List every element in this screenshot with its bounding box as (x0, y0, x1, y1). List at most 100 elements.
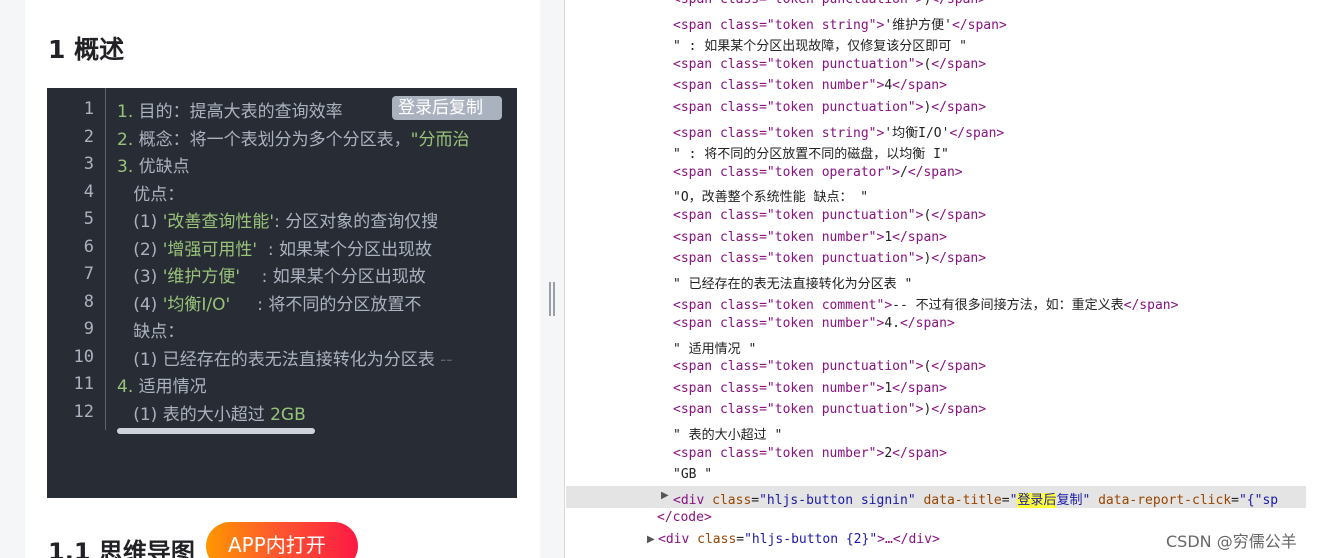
dom-node-line[interactable]: <span class="token punctuation">)</span> (673, 0, 986, 7)
section-heading-overview: 1 概述 (48, 35, 125, 64)
dom-close-tag: </span> (931, 56, 987, 72)
code-token: (3) (117, 267, 163, 287)
dom-node-line[interactable]: <span class="token comment">-- 不过有很多间接方法… (673, 294, 1178, 313)
expand-triangle-icon[interactable]: ▶ (647, 534, 655, 545)
code-token: : 将不同的分区放置不 (230, 295, 422, 315)
code-line: (3) '维护方便' : 如果某个分区出现故 (117, 262, 426, 287)
line-number: 1 (83, 99, 94, 119)
code-token: 3. (117, 157, 134, 177)
dom-node-line[interactable]: <span class="token string">'维护方便'</span> (673, 14, 1007, 33)
dom-node-line[interactable]: <span class="token number">4</span> (673, 78, 947, 93)
dom-attr-name: data-title (923, 493, 1002, 508)
dom-open-tag: <span class="token number"> (673, 380, 885, 396)
drag-handle-icon[interactable] (549, 282, 555, 316)
line-number: 7 (83, 264, 94, 284)
dom-open-tag: <span class="token string"> (673, 17, 885, 33)
dom-close-tag: </span> (931, 208, 987, 223)
dom-open-tag: <span class="token number"> (673, 78, 885, 94)
dom-text-node: '维护方便' (884, 17, 952, 33)
dom-open-tag: <span class="token punctuation"> (673, 359, 924, 375)
dom-text-node: / (899, 164, 908, 180)
code-line: 2. 概念：将一个表划分为多个分区表，"分而治 (117, 125, 469, 150)
code-token: 2GB (270, 405, 306, 425)
code-token: : 如果某个分区出现故 (257, 240, 433, 260)
dom-text-node: 4 (884, 78, 893, 94)
line-number: 9 (83, 319, 94, 339)
dom-text-node: " 表的大小超过 " (673, 428, 783, 443)
copy-code-button[interactable]: 登录后复制 (392, 96, 502, 120)
dom-node-line[interactable]: <span class="token punctuation">)</span> (673, 402, 986, 417)
expand-triangle-icon[interactable]: ▶ (661, 490, 669, 501)
code-token: 4. (117, 377, 134, 397)
dom-text-node: "GB " (673, 467, 713, 483)
code-block: 1 2 3 4 5 6 7 8 9 10 11 12 1. 目的：提高大表的查询效率 2. 概念：将一个… (47, 88, 517, 498)
dom-node-line[interactable]: " 表的大小超过 " (673, 424, 782, 443)
dom-attr-value: 复制" (1056, 493, 1091, 508)
code-token: 优点： (117, 185, 185, 205)
dom-node-line[interactable]: <span class="token punctuation">(</span> (673, 57, 986, 72)
code-token: 2. (117, 130, 134, 150)
dom-open-tag: <div (658, 532, 690, 547)
dom-close-tag: </span> (951, 17, 1007, 33)
open-in-app-button[interactable]: APP内打开 (206, 522, 358, 558)
dom-close-tag: </code> (657, 510, 712, 525)
dom-node-line[interactable]: " : 如果某个分区出现故障，仅修复该分区即可 " (673, 35, 967, 54)
dom-close-tag: </span> (949, 125, 1005, 141)
dom-node-line-selected[interactable]: <div class="hljs-button signin" data-tit… (673, 489, 1278, 508)
dom-node-line[interactable]: <span class="token string">'均衡I/O'</span… (673, 122, 1004, 141)
devtools-vertical-scrollbar[interactable] (1306, 0, 1318, 558)
dom-close-tag: </span> (892, 229, 947, 245)
code-token: (2) (117, 240, 163, 260)
dom-attr-name: data-report-click (1098, 493, 1232, 508)
dom-node-line[interactable]: <span class="token number">4.</span> (673, 316, 955, 331)
dom-close-tag: </span> (899, 316, 955, 331)
dom-node-line[interactable]: <span class="token punctuation">(</span> (673, 208, 986, 223)
code-token: 缺点： (117, 322, 185, 342)
code-token: 适用情况 (133, 377, 207, 397)
code-token: "分而治 (410, 130, 470, 150)
code-token: '维护方便' (162, 267, 241, 287)
code-token: '改善查询性能' (162, 212, 275, 232)
line-number-gutter: 1 2 3 4 5 6 7 8 9 10 11 12 (47, 88, 106, 430)
article-content: 1 概述 1 2 3 4 5 6 7 8 9 10 11 12 1. 目的：提高大表的查询效率 2. 概… (25, 0, 540, 558)
code-token: '增强可用性' (162, 240, 258, 260)
code-token: -- (440, 350, 453, 370)
code-horizontal-scrollbar[interactable] (117, 428, 315, 434)
dom-node-line[interactable]: <span class="token punctuation">)</span> (673, 251, 986, 266)
dom-node-line[interactable]: </code> (657, 510, 712, 525)
dom-close-tag: </span> (931, 100, 987, 115)
dom-text-node: " 适用情况 " (673, 341, 757, 357)
line-number: 4 (83, 182, 94, 202)
line-number: 5 (83, 209, 94, 229)
code-line: 优点： (117, 180, 184, 205)
dom-node-line[interactable]: "GB " (673, 467, 712, 482)
panel-splitter[interactable] (540, 0, 565, 558)
line-number: 3 (83, 154, 94, 174)
code-line: (4) '均衡I/O' : 将不同的分区放置不 (117, 290, 421, 315)
dom-node-line[interactable]: <span class="token number">1</span> (673, 381, 947, 396)
dom-node-line[interactable]: "O，改善整个系统性能 缺点： " (673, 186, 868, 205)
dom-open-tag: <span class="token comment"> (673, 298, 893, 314)
devtools-elements-panel: <span class="token punctuation">)</span>… (566, 0, 1318, 558)
dom-node-line[interactable]: <div class="hljs-button {2}">…</div> (658, 532, 940, 547)
dom-node-line[interactable]: " 已经存在的表无法直接转化为分区表 " (673, 273, 912, 292)
dom-open-tag: <span class="token punctuation"> (673, 402, 924, 418)
code-token: 优缺点 (133, 157, 190, 177)
dom-node-line[interactable]: <span class="token number">2</span> (673, 446, 947, 461)
dom-open-tag: <span class="token operator"> (673, 164, 900, 180)
code-token: 概念：将一个表划分为多个分区表， (133, 130, 411, 150)
code-token: (1) 已经存在的表无法直接转化为分区表 (117, 350, 441, 370)
dom-attr-value: "hljs-button {2}" (744, 532, 878, 547)
dom-text-node: 1 (884, 380, 893, 396)
dom-close-tag: </span> (931, 359, 987, 375)
dom-node-line[interactable]: <span class="token number">1</span> (673, 230, 947, 245)
dom-open-tag: <span class="token punctuation"> (673, 0, 923, 7)
dom-node-line[interactable]: " : 将不同的分区放置不同的磁盘，以均衡 I" (673, 143, 949, 162)
dom-attr-value: "hljs-button signin" (759, 493, 916, 508)
dom-open-tag: <span class="token number"> (673, 229, 885, 245)
dom-node-line[interactable]: " 适用情况 " (673, 338, 756, 357)
dom-node-line[interactable]: <span class="token operator">/</span> (673, 165, 963, 180)
dom-node-line[interactable]: <span class="token punctuation">(</span> (673, 359, 986, 374)
dom-open-tag: <span class="token string"> (673, 125, 885, 141)
dom-node-line[interactable]: <span class="token punctuation">)</span> (673, 100, 986, 115)
